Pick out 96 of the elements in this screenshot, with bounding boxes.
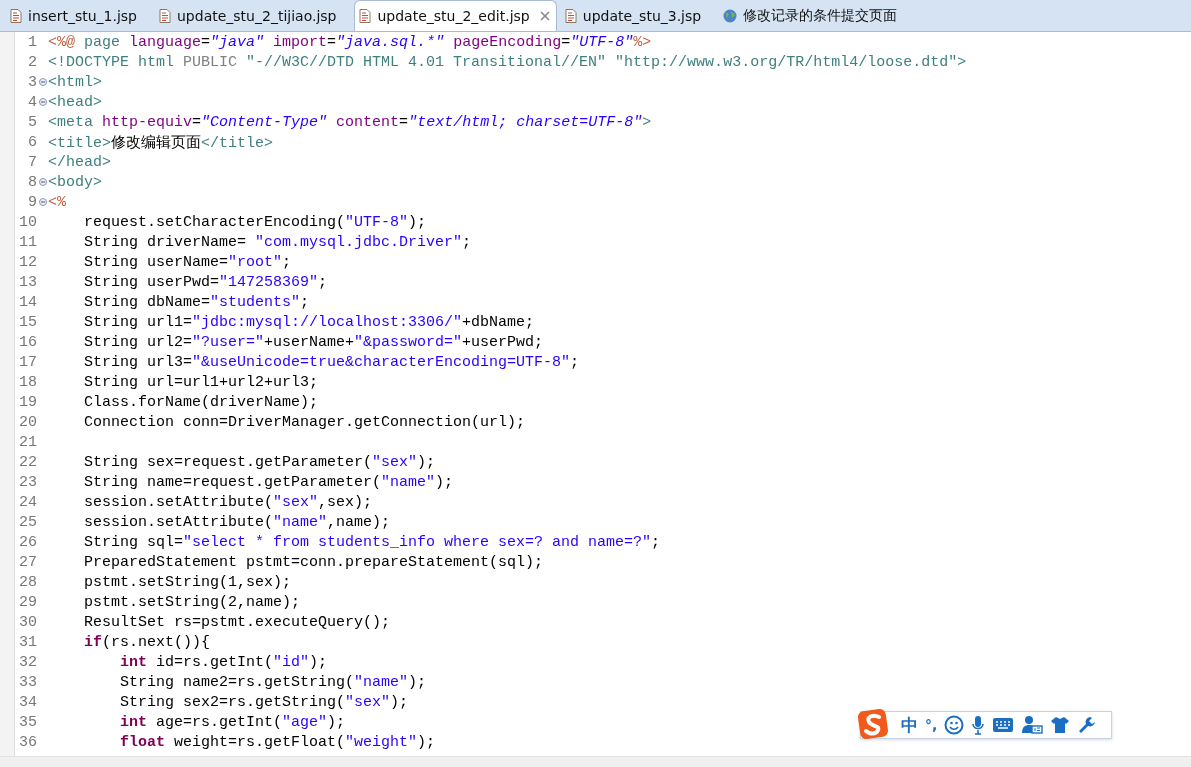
line-number: 32	[18, 653, 37, 671]
code-line: <%	[48, 193, 66, 211]
language-mode-toggle[interactable]: 中	[901, 713, 918, 737]
file-icon	[564, 8, 577, 23]
line-number: 23	[18, 473, 37, 491]
code-line: <body>	[48, 173, 102, 191]
line-number: 14	[18, 293, 37, 311]
code-line: Class.forName(driverName);	[83, 393, 319, 411]
code-line: String driverName= "com.mysql.jdbc.Driver";	[83, 233, 472, 251]
line-number: 16	[18, 333, 37, 351]
code-line: String sql="select * from students_info where sex=? and name=?";	[83, 533, 661, 551]
code-line: <html>	[48, 73, 102, 91]
code-line: String name2=rs.getString("name");	[119, 673, 427, 691]
line-number: 4	[27, 93, 37, 111]
smiley-icon[interactable]	[944, 715, 965, 735]
editor-tab[interactable]: update_stu_2_tijiao.jsp	[155, 0, 351, 31]
line-number: 21	[18, 433, 37, 451]
code-line: int id=rs.getInt("id");	[119, 653, 328, 671]
line-number: 25	[18, 513, 37, 531]
shirt-icon[interactable]	[1050, 716, 1071, 734]
line-number: 8	[27, 173, 37, 191]
line-number: 5	[27, 113, 37, 131]
file-icon	[159, 8, 171, 23]
code-line: String url1="jdbc:mysql://localhost:3306/"+dbName;	[83, 313, 535, 331]
editor-tab[interactable]: update_stu_2_edit.jsp	[354, 0, 557, 31]
line-number: 20	[18, 413, 37, 431]
code-line: if(rs.next()){	[83, 633, 211, 651]
line-number: 28	[18, 573, 37, 591]
line-number: 13	[18, 273, 37, 291]
keyboard-icon[interactable]	[992, 717, 1015, 733]
input-method-logo-icon[interactable]	[857, 708, 889, 740]
line-number: 6	[27, 133, 37, 151]
code-line: pstmt.setString(2,name);	[83, 593, 301, 611]
code-line: pstmt.setString(1,sex);	[83, 573, 292, 591]
code-line: String name=request.getParameter("name");	[83, 473, 454, 491]
collapse-icon[interactable]	[38, 78, 47, 86]
line-number: 26	[18, 533, 37, 551]
code-line: String url2="?user="+userName+"&password="+userPwd;	[83, 333, 544, 351]
code-line: <!DOCTYPE html PUBLIC "-//W3C//DTD HTML 4.01 Transitional//EN" "http://www.w3.org/TR/html4/loose.dtd">	[48, 53, 967, 71]
editor-tab[interactable]: update_stu_3.jsp	[560, 0, 716, 31]
line-number: 17	[18, 353, 37, 371]
code-line: <%@ page language="java" import="java.sql.*" pageEncoding="UTF-8"%>	[48, 33, 652, 51]
code-line: String sex=request.getParameter("sex");	[83, 453, 436, 471]
line-number: 3	[27, 73, 37, 91]
editor-tab[interactable]: insert_stu_1.jsp	[6, 0, 151, 31]
horizontal-scrollbar[interactable]	[0, 756, 1191, 767]
code-line: ResultSet rs=pstmt.executeQuery();	[83, 613, 391, 631]
punctuation-toggle[interactable]: °,	[925, 717, 938, 733]
code-line: String userName="root";	[83, 253, 292, 271]
line-number: 2	[27, 53, 37, 71]
wrench-icon[interactable]	[1077, 715, 1098, 735]
line-number: 18	[18, 373, 37, 391]
line-number: 27	[18, 553, 37, 571]
line-number: 15	[18, 313, 37, 331]
line-number: 33	[18, 673, 37, 691]
line-number: 1	[27, 33, 37, 51]
line-number: 36	[18, 733, 37, 751]
line-number: 22	[18, 453, 37, 471]
file-icon	[359, 9, 372, 23]
line-number: 11	[18, 233, 37, 251]
user-card-icon[interactable]	[1021, 715, 1044, 735]
code-line: String dbName="students";	[83, 293, 310, 311]
line-number: 34	[18, 693, 37, 711]
line-number: 31	[18, 633, 37, 651]
code-line: session.setAttribute("sex",sex);	[83, 493, 373, 511]
editor-tab[interactable]: 修改记录的条件提交页面	[719, 0, 912, 31]
code-line: String url=url1+url2+url3;	[83, 373, 319, 391]
collapse-icon[interactable]	[38, 98, 47, 106]
line-number: 10	[18, 213, 37, 231]
code-line: Connection conn=DriverManager.getConnection(url);	[83, 413, 526, 431]
code-line: String userPwd="147258369";	[83, 273, 328, 291]
code-line: <meta http-equiv="Content-Type" content="text/html; charset=UTF-8">	[48, 113, 652, 131]
code-line: String url3="&useUnicode=true&characterEncoding=UTF-8";	[83, 353, 580, 371]
code-line: <title>修改编辑页面</title>	[48, 133, 274, 152]
line-number: 7	[27, 153, 37, 171]
code-line: float weight=rs.getFloat("weight");	[119, 733, 436, 751]
code-line: request.setCharacterEncoding("UTF-8");	[83, 213, 427, 231]
collapse-icon[interactable]	[38, 178, 47, 186]
code-line: PreparedStatement pstmt=conn.prepareStatement(sql);	[83, 553, 544, 571]
close-icon[interactable]	[539, 11, 550, 21]
code-line: <head>	[48, 93, 102, 111]
code-line: String sex2=rs.getString("sex");	[119, 693, 409, 711]
line-number: 19	[18, 393, 37, 411]
code-line: session.setAttribute("name",name);	[83, 513, 391, 531]
code-line: int age=rs.getInt("age");	[119, 713, 346, 731]
line-number: 30	[18, 613, 37, 631]
line-number: 35	[18, 713, 37, 731]
collapse-icon[interactable]	[38, 198, 47, 206]
code-line: </head>	[48, 153, 111, 171]
line-number: 29	[18, 593, 37, 611]
microphone-icon[interactable]	[971, 715, 986, 735]
line-number: 9	[27, 193, 37, 211]
file-icon	[10, 8, 22, 23]
globe-icon	[723, 8, 738, 23]
line-number: 24	[18, 493, 37, 511]
line-number: 12	[18, 253, 37, 271]
